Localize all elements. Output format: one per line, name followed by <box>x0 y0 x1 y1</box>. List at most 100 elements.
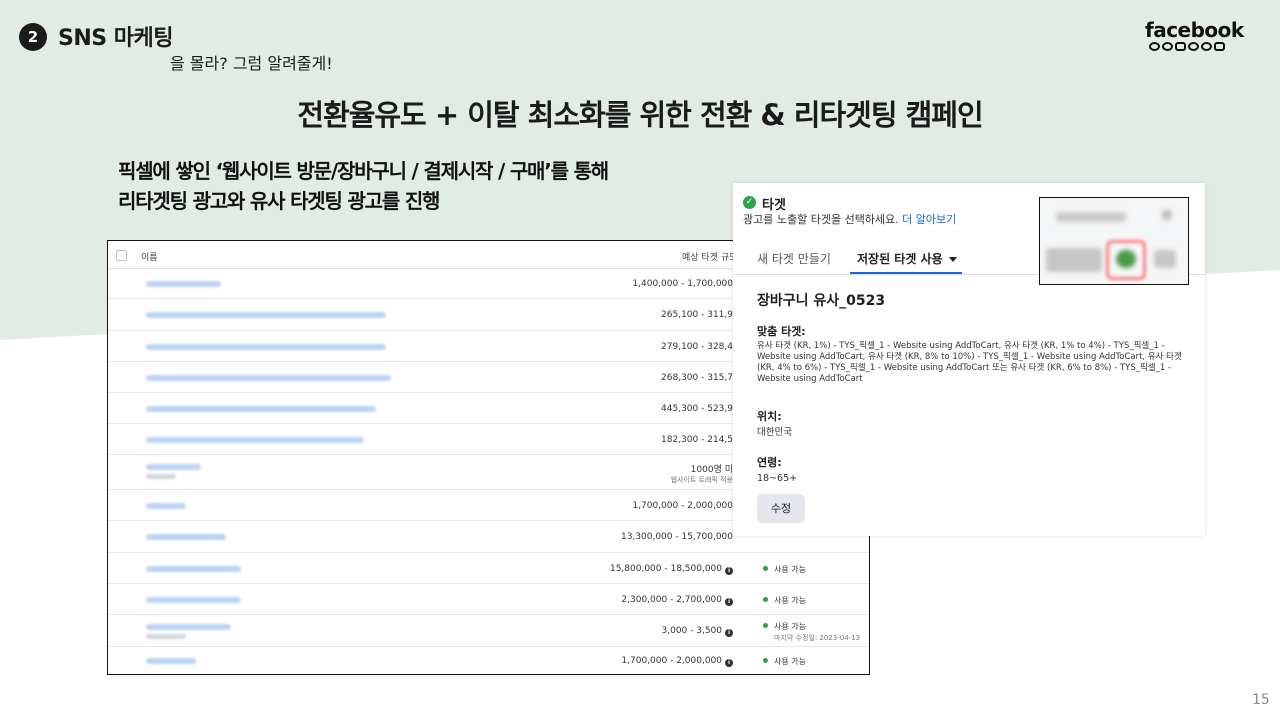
inset-blur-button <box>1046 248 1102 272</box>
zoom-inset <box>1039 197 1189 285</box>
tab-saved-audience[interactable]: 저장된 타겟 사용 <box>857 250 957 267</box>
availability-status: 사용 가능 <box>763 656 806 667</box>
panel-subtitle-text: 광고를 노출할 타겟을 선택하세요. <box>743 213 899 226</box>
audience-size-range: 279,100 - 328,4 <box>661 342 733 352</box>
audience-size-note: 웹사이트 트래픽 적용 <box>670 476 733 484</box>
main-heading: 전환율유도 + 이탈 최소화를 위한 전환 & 리타겟팅 캠페인 <box>297 98 983 132</box>
inset-blur-close <box>1162 210 1172 220</box>
check-circle-icon: ✓ <box>743 196 756 209</box>
facebook-logo: facebook <box>1145 18 1244 42</box>
audience-size-range: 1,700,000 - 2,000,000 i <box>621 656 733 667</box>
caret-down-icon <box>948 257 957 262</box>
audience-name-link[interactable] <box>146 534 226 540</box>
status-dot-icon <box>763 658 768 663</box>
audience-size-value: 182,300 - 214,5 <box>661 435 733 445</box>
audience-size-value: 3,000 - 3,500 <box>661 626 723 636</box>
status-text: 사용 가능 <box>774 622 806 631</box>
page-number: 15 <box>1252 692 1270 708</box>
inset-blur-element <box>1154 250 1176 268</box>
column-size-header[interactable]: 예상 타겟 규모 <box>682 250 737 263</box>
table-row[interactable]: 1,700,000 - 2,000,000 i 사용 가능 <box>108 647 869 674</box>
audience-size-range: 13,300,000 - 15,700,000 <box>621 532 733 542</box>
audience-name-link[interactable] <box>146 597 241 603</box>
section-subtitle: 을 몰라? 그럼 알려줄게! <box>170 54 333 73</box>
custom-audience-label: 맞춤 타겟: <box>757 325 806 338</box>
info-icon[interactable]: i <box>725 629 733 637</box>
status-text: 사용 가능 <box>774 657 806 666</box>
inset-blur-icon <box>1116 250 1136 268</box>
select-all-checkbox[interactable] <box>116 250 127 261</box>
availability-status: 사용 가능 <box>763 621 806 632</box>
status-dot-icon <box>763 566 768 571</box>
whatsapp-icon <box>1188 42 1199 51</box>
description-line-2: 리타겟팅 광고와 유사 타겟팅 광고를 진행 <box>118 189 440 213</box>
table-row[interactable]: 3,000 - 3,500 i 사용 가능마지막 수정일: 2023-04-13 <box>108 615 869 647</box>
table-row[interactable]: 2,300,000 - 2,700,000 i 사용 가능 <box>108 584 869 615</box>
custom-audience-value: 유사 타겟 (KR, 1%) - TYS_픽셀_1 - Website usin… <box>757 341 1182 384</box>
oculus-icon <box>1201 42 1212 51</box>
audience-size-value: 1000명 미 <box>690 465 733 475</box>
audience-size-value: 1,700,000 - 2,000,000 <box>621 656 722 666</box>
audience-size-value: 265,100 - 311,9 <box>661 310 733 320</box>
column-name-header: 이름 <box>141 253 158 263</box>
audience-size-range: 268,300 - 315,7 <box>661 373 733 383</box>
audience-name-link[interactable] <box>146 658 196 664</box>
audience-size-value: 1,700,000 - 2,000,000 <box>632 501 733 511</box>
audience-type-text <box>146 634 186 639</box>
audience-name-link[interactable] <box>146 503 186 509</box>
facebook-icon <box>1149 42 1160 51</box>
audience-size-range: 265,100 - 311,9 <box>661 310 733 320</box>
tab-new-audience[interactable]: 새 타겟 만들기 <box>757 250 831 267</box>
audience-size-range: 1,700,000 - 2,000,000 <box>632 501 733 511</box>
audience-size-value: 2,300,000 - 2,700,000 <box>621 595 722 605</box>
audience-name-link[interactable] <box>146 312 386 318</box>
audience-name: 장바구니 유사_0523 <box>757 293 886 309</box>
audience-size-range: 1,400,000 - 1,700,000 <box>632 279 733 289</box>
audience-name-link[interactable] <box>146 281 221 287</box>
audience-size-range: 3,000 - 3,500 i <box>661 626 733 637</box>
brand-icons-row <box>1149 42 1225 51</box>
section-title: SNS 마케팅 <box>58 26 173 51</box>
table-row[interactable]: 15,800,000 - 18,500,000 i 사용 가능 <box>108 553 869 584</box>
audience-name-link[interactable] <box>146 437 364 443</box>
audience-size-value: 279,100 - 328,4 <box>661 342 733 352</box>
panel-subtitle: 광고를 노출할 타겟을 선택하세요. 더 알아보기 <box>743 211 956 227</box>
portal-icon <box>1214 42 1225 51</box>
audience-size-value: 268,300 - 315,7 <box>661 373 733 383</box>
age-label: 연령: <box>757 456 782 469</box>
audience-size-range: 2,300,000 - 2,700,000 i <box>621 595 733 606</box>
audience-name-link[interactable] <box>146 464 201 470</box>
inset-blur-text <box>1056 212 1126 222</box>
audience-name-link[interactable] <box>146 566 241 572</box>
audience-name-link[interactable] <box>146 406 376 412</box>
audience-type-text <box>146 474 176 479</box>
section-number-badge: 2 <box>19 23 47 51</box>
audience-size-value: 445,300 - 523,9 <box>661 404 733 414</box>
info-icon[interactable]: i <box>725 659 733 667</box>
audience-size-range: 1000명 미 <box>691 462 733 475</box>
audience-size-range: 182,300 - 214,5 <box>661 435 733 445</box>
audience-name-link[interactable] <box>146 375 391 381</box>
status-text: 사용 가능 <box>774 565 806 574</box>
audience-size-value: 13,300,000 - 15,700,000 <box>620 532 733 542</box>
status-text: 사용 가능 <box>774 596 806 605</box>
instagram-icon <box>1175 42 1186 51</box>
availability-status: 사용 가능 <box>763 595 806 606</box>
last-modified-text: 마지막 수정일: 2023-04-13 <box>774 634 861 642</box>
info-icon[interactable]: i <box>725 598 733 606</box>
info-icon[interactable]: i <box>725 567 733 575</box>
status-dot-icon <box>763 623 768 628</box>
audience-name-link[interactable] <box>146 624 231 630</box>
audience-size-range: 445,300 - 523,9 <box>661 404 733 414</box>
age-value: 18~65+ <box>757 473 798 484</box>
learn-more-link[interactable]: 더 알아보기 <box>902 213 956 226</box>
slide: 2 SNS 마케팅 을 몰라? 그럼 알려줄게! facebook 전환율유도 … <box>0 0 1280 720</box>
tab-saved-audience-label: 저장된 타겟 사용 <box>857 252 943 266</box>
audience-size-value: 15,800,000 - 18,500,000 <box>609 564 722 574</box>
audience-name-link[interactable] <box>146 344 386 350</box>
availability-status: 사용 가능 <box>763 564 806 575</box>
edit-button[interactable]: 수정 <box>757 494 805 523</box>
messenger-icon <box>1162 42 1173 51</box>
audience-size-range: 15,800,000 - 18,500,000 i <box>610 564 733 575</box>
description-line-1: 픽셀에 쌓인 ‘웹사이트 방문/장바구니 / 결제시작 / 구매’를 통해 <box>118 159 609 183</box>
